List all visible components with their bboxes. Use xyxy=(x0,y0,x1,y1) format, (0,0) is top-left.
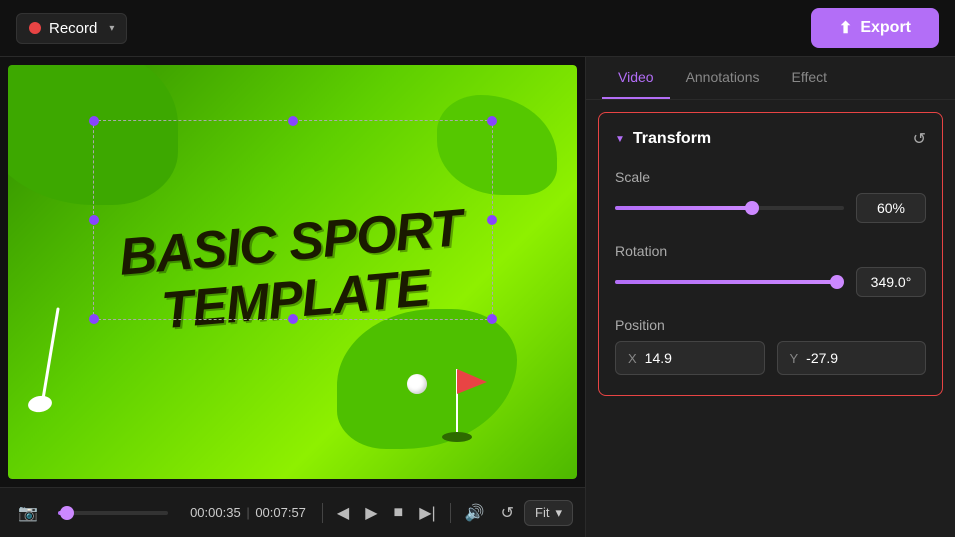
progress-thumb[interactable] xyxy=(60,506,74,520)
scale-value[interactable]: 60% xyxy=(856,193,926,223)
tab-annotations[interactable]: Annotations xyxy=(670,57,776,99)
rotation-fill xyxy=(615,280,837,284)
tab-effect[interactable]: Effect xyxy=(776,57,844,99)
top-bar: Record ▾ ⬆ Export xyxy=(0,0,955,57)
time-total: 00:07:57 xyxy=(255,505,306,520)
tabs: Video Annotations Effect xyxy=(586,57,955,100)
reset-icon: ↺ xyxy=(913,131,926,148)
handle-mid-left[interactable] xyxy=(89,215,99,225)
position-label: Position xyxy=(615,317,926,333)
tab-effect-label: Effect xyxy=(792,69,828,85)
fit-dropdown[interactable]: Fit ▾ xyxy=(524,500,573,526)
video-preview[interactable]: BASIC SPORT TEMPLATE xyxy=(8,65,577,479)
controls-bar: 📷 00:00:35 | 00:07:57 ◀ ▶ ■ xyxy=(0,487,585,537)
handle-top-mid[interactable] xyxy=(288,116,298,126)
time-current: 00:00:35 xyxy=(190,505,241,520)
volume-icon: 🔊 xyxy=(465,503,485,523)
scale-thumb[interactable] xyxy=(745,201,759,215)
rotation-slider[interactable] xyxy=(615,280,844,284)
screenshot-button[interactable]: 📷 xyxy=(12,499,44,527)
time-separator: | xyxy=(246,505,253,520)
record-button[interactable]: Record ▾ xyxy=(16,13,127,44)
position-inputs: X 14.9 Y -27.9 xyxy=(615,341,926,375)
position-x-axis: X xyxy=(628,351,637,366)
rewind-button[interactable]: ◀ xyxy=(331,499,355,527)
record-dot-icon xyxy=(29,22,41,34)
scale-control: 60% xyxy=(615,193,926,223)
blob-shape-3 xyxy=(437,95,557,195)
position-y-value: -27.9 xyxy=(806,350,838,366)
play-button[interactable]: ▶ xyxy=(359,499,383,527)
tab-annotations-label: Annotations xyxy=(686,69,760,85)
rewind-icon: ◀ xyxy=(337,503,349,523)
play-icon: ▶ xyxy=(365,503,377,523)
loop-button[interactable]: ↺ xyxy=(495,499,520,527)
progress-area[interactable] xyxy=(58,511,168,515)
handle-mid-right[interactable] xyxy=(487,215,497,225)
golf-ball-icon xyxy=(407,374,427,394)
screenshot-icon: 📷 xyxy=(18,503,38,523)
position-x-value: 14.9 xyxy=(645,350,672,366)
rotation-value[interactable]: 349.0° xyxy=(856,267,926,297)
position-y-field[interactable]: Y -27.9 xyxy=(777,341,927,375)
reset-button[interactable]: ↺ xyxy=(913,129,926,149)
section-title: Transform xyxy=(615,130,711,148)
stop-icon: ■ xyxy=(394,504,404,522)
main-area: BASIC SPORT TEMPLATE xyxy=(0,57,955,537)
position-row: Position X 14.9 Y -27.9 xyxy=(615,317,926,375)
tab-video[interactable]: Video xyxy=(602,57,670,99)
section-title-text: Transform xyxy=(633,130,711,148)
right-panel: Video Annotations Effect Transform ↺ Sca xyxy=(585,57,955,537)
forward-icon: ▶| xyxy=(419,503,435,523)
fit-label: Fit xyxy=(535,505,549,520)
transform-section: Transform ↺ Scale 60% Rotat xyxy=(598,112,943,396)
stop-button[interactable]: ■ xyxy=(388,500,410,526)
rotation-thumb[interactable] xyxy=(830,275,844,289)
time-display: 00:00:35 | 00:07:57 xyxy=(190,505,306,520)
loop-icon: ↺ xyxy=(501,503,514,523)
golf-club-icon xyxy=(28,299,88,419)
fit-chevron-icon: ▾ xyxy=(555,505,562,521)
section-header: Transform ↺ xyxy=(615,129,926,149)
handle-bot-left[interactable] xyxy=(89,314,99,324)
export-icon: ⬆ xyxy=(839,18,852,38)
rotation-control: 349.0° xyxy=(615,267,926,297)
volume-button[interactable]: 🔊 xyxy=(459,499,491,527)
position-y-axis: Y xyxy=(790,351,799,366)
export-button[interactable]: ⬆ Export xyxy=(811,8,939,48)
video-panel: BASIC SPORT TEMPLATE xyxy=(0,57,585,537)
rotation-row: Rotation 349.0° xyxy=(615,243,926,297)
blob-shape-1 xyxy=(8,65,178,205)
scale-label: Scale xyxy=(615,169,926,185)
position-x-field[interactable]: X 14.9 xyxy=(615,341,765,375)
scale-fill xyxy=(615,206,752,210)
scale-slider[interactable] xyxy=(615,206,844,210)
rotation-label: Rotation xyxy=(615,243,926,259)
export-label: Export xyxy=(860,19,911,37)
divider-2 xyxy=(450,503,451,523)
scale-row: Scale 60% xyxy=(615,169,926,223)
record-chevron-icon: ▾ xyxy=(109,23,114,34)
record-label: Record xyxy=(49,20,97,37)
divider-1 xyxy=(322,503,323,523)
progress-track[interactable] xyxy=(58,511,168,515)
forward-button[interactable]: ▶| xyxy=(413,499,441,527)
golf-flag-icon xyxy=(437,364,497,449)
video-canvas: BASIC SPORT TEMPLATE xyxy=(8,65,577,479)
tab-video-label: Video xyxy=(618,69,654,85)
